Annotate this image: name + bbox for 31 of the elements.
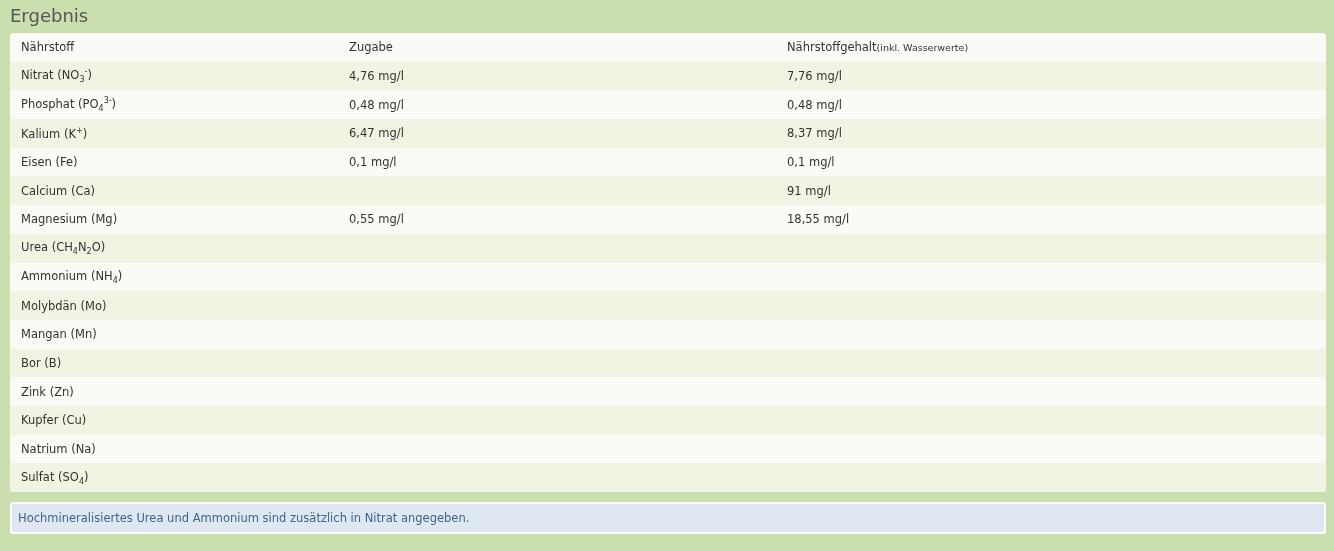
table-cell: 6,47 mg/l (349, 126, 404, 141)
column-header: Nährstoff (21, 40, 75, 55)
table-cell: Molybdän (Mo) (21, 298, 107, 313)
section-heading: Ergebnis (10, 4, 90, 28)
table-cell: Urea (CH$_{4}$N$_{2}$O) (21, 240, 106, 254)
table-cell: Kupfer (Cu) (21, 413, 87, 428)
table-cell: Nitrat (NO$_{3}$$^{-}$) (21, 68, 92, 83)
column-header: Zugabe (349, 40, 393, 55)
table-cell: 8,37 mg/l (787, 126, 842, 141)
info-note: Hochmineralisiertes Urea und Ammonium sind zusätzlich in Nitrat angegeben. (10, 502, 1326, 534)
table-cell: Ammonium (NH$_{4}$) (21, 268, 123, 283)
table-cell: 91 mg/l (787, 183, 831, 198)
table-cell: 0,48 mg/l (349, 97, 404, 112)
table-cell: Bor (B) (21, 355, 62, 370)
table-cell: Kalium (K$^{+}$) (21, 126, 88, 141)
table-cell: Eisen (Fe) (21, 155, 78, 170)
table-cell: 0,1 mg/l (349, 155, 397, 170)
table-cell: Magnesium (Mg) (21, 212, 118, 227)
table-cell: Natrium (Na) (21, 441, 96, 456)
table-cell: Zink (Zn) (21, 384, 74, 399)
table-cell: Mangan (Mn) (21, 327, 97, 342)
table-cell: 0,48 mg/l (787, 97, 842, 112)
table-cell: 0,55 mg/l (349, 212, 404, 227)
table-cell: Phosphat (PO$_{4}$$^{3-}$) (21, 97, 117, 111)
table-cell: Sulfat (SO$_{4}$) (21, 469, 89, 484)
column-header: Nährstoffgehalt(inkl. Wasserwerte) (787, 40, 969, 55)
table-cell: 4,76 mg/l (349, 69, 404, 84)
table-cell: 0,1 mg/l (787, 155, 835, 170)
table-cell: Calcium (Ca) (21, 183, 95, 198)
table-cell: 7,76 mg/l (787, 69, 842, 84)
table-cell: 18,55 mg/l (787, 212, 850, 227)
